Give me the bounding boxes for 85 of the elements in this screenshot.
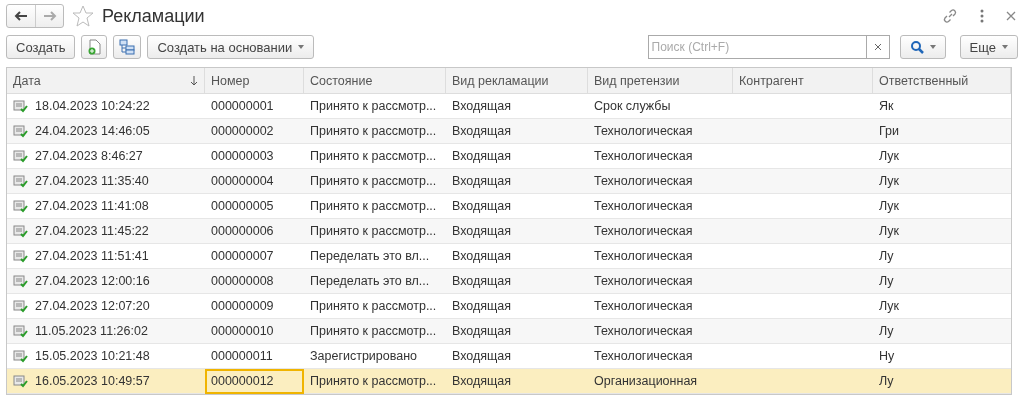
posted-document-icon <box>13 124 29 138</box>
number-cell: 000000012 <box>205 369 304 394</box>
posted-document-icon <box>13 99 29 113</box>
claim-type-cell: Входящая <box>446 119 588 144</box>
create-button[interactable]: Создать <box>6 35 76 59</box>
pretension-type-cell: Технологическая <box>588 169 733 194</box>
copy-button[interactable] <box>81 35 108 59</box>
vertical-dots-icon <box>980 9 984 23</box>
number-cell: 000000004 <box>205 169 304 194</box>
posted-document-icon <box>13 299 29 313</box>
clear-search-button[interactable] <box>865 35 890 59</box>
state-cell: Принято к рассмотр... <box>304 319 446 344</box>
pretension-type-cell: Технологическая <box>588 319 733 344</box>
pretension-type-cell: Технологическая <box>588 219 733 244</box>
back-arrow-icon <box>14 11 28 21</box>
close-icon <box>873 43 882 51</box>
add-document-icon <box>87 39 102 55</box>
pretension-type-cell: Организационная <box>588 369 733 394</box>
claim-type-cell: Входящая <box>446 369 588 394</box>
column-header[interactable]: Дата <box>7 68 205 94</box>
date-text: 27.04.2023 11:41:08 <box>35 199 149 213</box>
column-header[interactable]: Ответственный <box>873 68 1011 94</box>
state-cell: Принято к рассмотр... <box>304 119 446 144</box>
caret-icon <box>929 45 936 49</box>
column-header[interactable]: Номер <box>205 68 304 94</box>
posted-document-icon <box>13 174 29 188</box>
date-text: 27.04.2023 12:00:16 <box>35 274 150 288</box>
create-based-on-button[interactable]: Создать на основании <box>147 35 315 59</box>
posted-document-icon <box>13 249 29 263</box>
number-cell: 000000010 <box>205 319 304 344</box>
responsible-cell: Лук <box>873 169 1011 194</box>
posted-document-icon <box>13 149 29 163</box>
number-cell: 000000006 <box>205 219 304 244</box>
state-cell: Принято к рассмотр... <box>304 169 446 194</box>
column-header[interactable]: Вид претензии <box>588 68 733 94</box>
state-cell: Принято к рассмотр... <box>304 369 446 394</box>
pretension-type-cell: Технологическая <box>588 269 733 294</box>
caret-icon <box>1002 45 1008 49</box>
responsible-cell: Лу <box>873 269 1011 294</box>
number-cell: 000000002 <box>205 119 304 144</box>
posted-document-icon <box>13 374 29 388</box>
responsible-cell: Гри <box>873 119 1011 144</box>
caret-icon <box>298 45 305 49</box>
posted-document-icon <box>13 274 29 288</box>
date-text: 27.04.2023 11:51:41 <box>35 249 149 263</box>
date-text: 18.04.2023 10:24:22 <box>35 99 150 113</box>
forward-arrow-icon <box>42 11 57 21</box>
window-title: Рекламации <box>102 5 205 27</box>
date-text: 16.05.2023 10:49:57 <box>35 374 150 388</box>
date-text: 15.05.2023 10:21:48 <box>35 349 150 363</box>
hierarchy-icon <box>119 39 136 55</box>
state-cell: Переделать это вл... <box>304 269 446 294</box>
responsible-cell: Лу <box>873 319 1011 344</box>
state-cell: Принято к рассмотр... <box>304 219 446 244</box>
posted-document-icon <box>13 349 29 363</box>
search-icon <box>909 40 924 54</box>
number-cell: 000000008 <box>205 269 304 294</box>
date-text: 11.05.2023 11:26:02 <box>35 324 148 338</box>
more-options-button[interactable] <box>978 7 986 25</box>
close-button[interactable] <box>1004 9 1018 23</box>
date-text: 27.04.2023 8:46:27 <box>35 149 143 163</box>
search-options-button[interactable] <box>899 35 946 59</box>
claim-type-cell: Входящая <box>446 169 588 194</box>
claim-type-cell: Входящая <box>446 269 588 294</box>
posted-document-icon <box>13 199 29 213</box>
search-field[interactable]: Поиск (Ctrl+F) <box>647 35 866 59</box>
hierarchy-button[interactable] <box>113 35 142 59</box>
column-header[interactable]: Состояние <box>304 68 446 94</box>
posted-document-icon <box>13 324 29 338</box>
link-icon <box>942 8 958 24</box>
date-text: 27.04.2023 12:07:20 <box>35 299 150 313</box>
close-icon <box>1006 11 1016 21</box>
date-text: 24.04.2023 14:46:05 <box>35 124 150 138</box>
column-header[interactable]: Вид рекламации <box>446 68 588 94</box>
responsible-cell: Лу <box>873 369 1011 394</box>
date-text: 27.04.2023 11:35:40 <box>35 174 149 188</box>
claim-type-cell: Входящая <box>446 219 588 244</box>
date-text: 27.04.2023 11:45:22 <box>35 224 149 238</box>
column-header[interactable]: Контрагент <box>733 68 873 94</box>
claim-type-cell: Входящая <box>446 319 588 344</box>
posted-document-icon <box>13 224 29 238</box>
more-button[interactable]: Еще <box>959 35 1018 59</box>
responsible-cell: Лук <box>873 219 1011 244</box>
pretension-type-cell: Технологическая <box>588 119 733 144</box>
star-icon[interactable] <box>72 5 94 27</box>
